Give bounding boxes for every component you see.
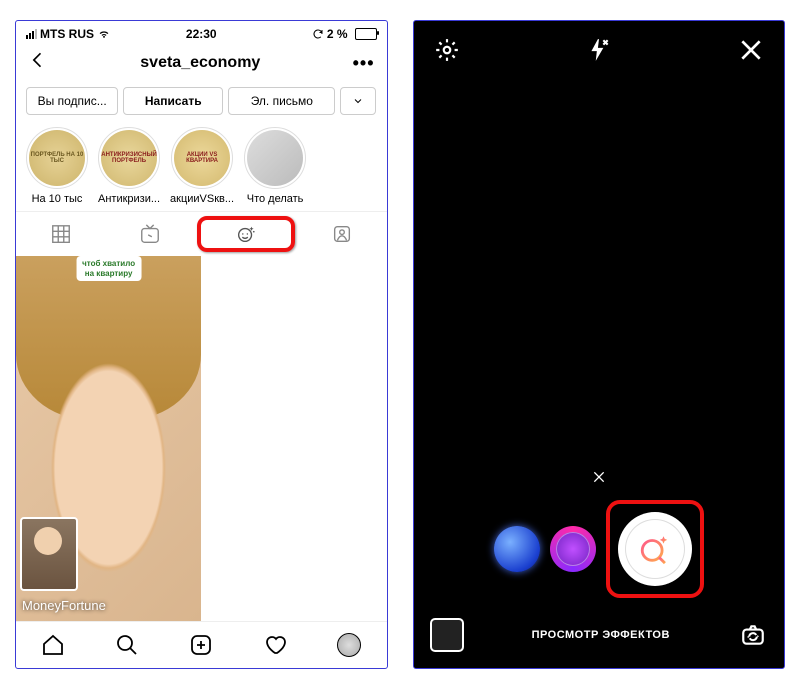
close-button[interactable] <box>738 37 764 68</box>
camera-viewfinder <box>414 84 785 463</box>
switch-camera-button[interactable] <box>738 620 768 650</box>
tagged-icon <box>331 223 353 245</box>
wifi-icon <box>97 29 111 39</box>
tab-effects[interactable] <box>197 216 295 252</box>
tab-igtv[interactable] <box>106 223 196 245</box>
shutter-button[interactable] <box>618 512 692 586</box>
flash-button[interactable] <box>586 37 612 68</box>
heart-icon <box>263 633 287 657</box>
effect-creator-thumb <box>20 517 78 591</box>
tab-grid[interactable] <box>16 223 106 245</box>
nav-search[interactable] <box>90 633 164 657</box>
clock: 22:30 <box>186 27 217 41</box>
email-button[interactable]: Эл. письмо <box>228 87 335 115</box>
bottom-nav <box>16 621 387 668</box>
nav-create[interactable] <box>164 633 238 657</box>
gallery-button[interactable] <box>430 618 464 652</box>
nav-home[interactable] <box>16 633 90 657</box>
nav-activity[interactable] <box>238 633 312 657</box>
more-button[interactable]: ••• <box>353 53 375 74</box>
profile-username: sveta_economy <box>48 54 353 72</box>
highlight-item[interactable]: АКЦИИ VS КВАРТИРА акцииVSкв... <box>170 127 234 205</box>
browse-effects-label: ПРОСМОТР ЭФФЕКТОВ <box>480 629 723 641</box>
camera-top-bar <box>414 21 785 84</box>
suggest-button[interactable] <box>340 87 376 115</box>
battery-label: 2 % <box>327 27 348 41</box>
sync-icon <box>312 28 324 40</box>
effect-lens[interactable] <box>494 526 540 572</box>
close-icon <box>738 37 764 63</box>
effects-icon <box>235 223 257 245</box>
status-bar: MTS RUS 22:30 2 % <box>16 21 387 43</box>
close-small-icon <box>591 469 607 485</box>
signal-icon <box>26 29 37 39</box>
gear-icon <box>434 37 460 63</box>
grid-icon <box>50 223 72 245</box>
shutter-highlight <box>606 500 704 598</box>
camera-bottom-bar: ПРОСМОТР ЭФФЕКТОВ <box>414 608 785 668</box>
igtv-icon <box>139 223 161 245</box>
effect-lens[interactable] <box>550 526 596 572</box>
effect-name-label: MoneyFortune <box>22 598 106 613</box>
dismiss-effect[interactable] <box>414 463 785 496</box>
highlights-row: ПОРТФЕЛЬ НА 10 ТЫС На 10 тыс АНТИКРИЗИСН… <box>16 123 387 211</box>
effects-carousel <box>414 496 785 608</box>
subscribed-button[interactable]: Вы подпис... <box>26 87 118 115</box>
highlight-item[interactable]: ПОРТФЕЛЬ НА 10 ТЫС На 10 тыс <box>26 127 88 205</box>
flash-off-icon <box>586 37 612 63</box>
switch-camera-icon <box>740 622 766 648</box>
avatar-icon <box>337 633 361 657</box>
carrier-label: MTS RUS <box>40 27 94 41</box>
chevron-down-icon <box>352 95 364 107</box>
message-button[interactable]: Написать <box>123 87 223 115</box>
settings-button[interactable] <box>434 37 460 68</box>
highlight-item[interactable]: Что делать <box>244 127 306 205</box>
nav-profile[interactable] <box>312 633 386 657</box>
effects-grid: чтоб хватило на квартиру MoneyFortune <box>16 256 387 621</box>
profile-header: sveta_economy ••• <box>16 43 387 83</box>
search-icon <box>115 633 139 657</box>
camera-screen: ПРОСМОТР ЭФФЕКТОВ <box>413 20 786 669</box>
back-button[interactable] <box>28 49 48 77</box>
highlight-item[interactable]: АНТИКРИЗИСНЫЙ ПОРТФЕЛЬ Антикризи... <box>98 127 160 205</box>
profile-actions: Вы подпис... Написать Эл. письмо <box>16 83 387 123</box>
browse-effects-icon <box>638 532 672 566</box>
effect-sticker: чтоб хватило на квартиру <box>76 256 141 281</box>
home-icon <box>41 633 65 657</box>
tab-tagged[interactable] <box>297 223 387 245</box>
battery-icon <box>355 28 377 40</box>
profile-screen: MTS RUS 22:30 2 % sveta_economy ••• Вы п… <box>15 20 388 669</box>
effect-tile[interactable]: чтоб хватило на квартиру MoneyFortune <box>16 256 201 621</box>
profile-tabs <box>16 211 387 256</box>
plus-icon <box>189 633 213 657</box>
